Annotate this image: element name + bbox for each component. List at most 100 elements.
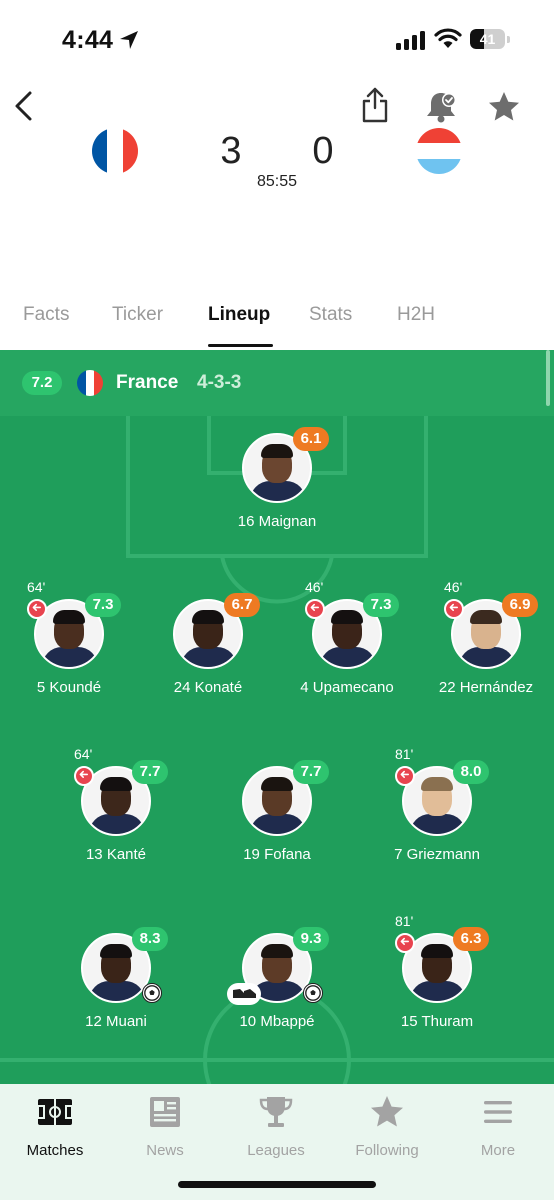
tab-lineup[interactable]: Lineup xyxy=(208,304,270,326)
substitution-out-icon xyxy=(74,766,94,786)
team-name: France xyxy=(116,372,179,393)
substitution-minute: 64' xyxy=(74,746,93,762)
player-name: 16 Maignan xyxy=(237,513,317,530)
nav-news[interactable]: News xyxy=(110,1094,220,1164)
player-rating-badge: 7.3 xyxy=(363,593,399,617)
home-indicator xyxy=(178,1181,376,1188)
player-name: 4 Upamecano xyxy=(300,679,394,696)
nav-following[interactable]: Following xyxy=(332,1094,442,1164)
player-rating-badge: 8.0 xyxy=(453,760,489,784)
status-bar: 4:44 41 xyxy=(0,0,554,80)
player-name: 22 Hernández xyxy=(438,679,534,696)
favorite-star-icon[interactable] xyxy=(487,90,521,124)
nav-label: News xyxy=(146,1142,184,1159)
nav-more[interactable]: More xyxy=(443,1094,553,1164)
player-rating-badge: 8.3 xyxy=(132,927,168,951)
nav-matches[interactable]: Matches xyxy=(0,1094,110,1164)
player-name: 24 Konaté xyxy=(173,679,243,696)
location-arrow-icon xyxy=(120,31,138,49)
player-card[interactable]: 7.3 64' 5 Koundé xyxy=(0,579,139,709)
player-rating-badge: 6.1 xyxy=(293,427,329,451)
flag-stripe xyxy=(416,128,462,144)
newspaper-icon xyxy=(150,1097,180,1127)
goal-ball-icon xyxy=(303,983,323,1003)
nav-label: More xyxy=(480,1142,516,1159)
away-team-flag[interactable] xyxy=(416,128,462,174)
player-rating-badge: 7.7 xyxy=(293,760,329,784)
wifi-icon xyxy=(434,28,462,48)
scroll-indicator[interactable] xyxy=(546,350,550,406)
tab-facts[interactable]: Facts xyxy=(23,304,69,326)
player-rating-badge: 9.3 xyxy=(293,927,329,951)
substitution-out-icon xyxy=(305,599,325,619)
nav-label: Following xyxy=(355,1142,419,1159)
player-name: 15 Thuram xyxy=(400,1013,474,1030)
player-card[interactable]: 8.0 81' 7 Griezmann xyxy=(367,746,507,876)
flag-stripe xyxy=(416,158,462,174)
player-card[interactable]: 6.7 24 Konaté xyxy=(138,593,278,709)
goal-ball-icon xyxy=(142,983,162,1003)
player-name: 12 Muani xyxy=(85,1013,147,1030)
substitution-minute: 81' xyxy=(395,746,414,762)
pitch-icon xyxy=(37,1099,73,1125)
player-card[interactable]: 9.3 10 Mbappé xyxy=(207,927,347,1043)
nav-label: Leagues xyxy=(247,1142,305,1159)
substitution-out-icon xyxy=(27,599,47,619)
team-formation: 4-3-3 xyxy=(197,372,242,393)
substitution-out-icon xyxy=(395,933,415,953)
player-rating-badge: 6.9 xyxy=(502,593,538,617)
menu-icon xyxy=(484,1101,512,1123)
flag-stripe xyxy=(416,143,462,159)
substitution-minute: 81' xyxy=(395,913,414,929)
home-team-flag[interactable] xyxy=(92,128,138,174)
player-name: 10 Mbappé xyxy=(239,1013,315,1030)
flag-stripe xyxy=(92,128,108,174)
player-card[interactable]: 6.9 46' 22 Hernández xyxy=(416,579,554,709)
lineup-pitch: 7.2 France 4-3-3 6.1 16 Maignan 7.3 64' 5 Ko… xyxy=(0,350,554,1084)
back-chevron-icon[interactable] xyxy=(12,90,34,122)
player-name: 7 Griezmann xyxy=(394,846,480,863)
flag-stripe xyxy=(107,128,123,174)
player-card[interactable]: 8.3 12 Muani xyxy=(46,927,186,1043)
player-card[interactable]: 7.3 46' 4 Upamecano xyxy=(277,579,417,709)
substitution-out-icon xyxy=(444,599,464,619)
player-rating-badge: 7.3 xyxy=(85,593,121,617)
substitution-minute: 46' xyxy=(444,579,463,595)
star-icon xyxy=(371,1096,403,1127)
active-tab-indicator xyxy=(208,344,273,347)
player-name: 19 Fofana xyxy=(243,846,311,863)
team-rating-badge: 7.2 xyxy=(22,371,62,395)
share-icon[interactable] xyxy=(360,86,390,124)
player-card[interactable]: 7.7 64' 13 Kanté xyxy=(46,746,186,876)
flag-stripe xyxy=(77,370,86,396)
flag-stripe xyxy=(94,370,103,396)
tab-stats[interactable]: Stats xyxy=(309,304,352,326)
cellular-signal-icon xyxy=(396,31,425,50)
team-flag xyxy=(77,370,103,396)
team-header: 7.2 France 4-3-3 xyxy=(0,350,554,416)
notification-bell-icon[interactable] xyxy=(424,90,458,124)
tab-ticker[interactable]: Ticker xyxy=(112,304,163,326)
tab-h2h[interactable]: H2H xyxy=(397,304,435,326)
away-score: 0 xyxy=(312,130,334,172)
player-name: 5 Koundé xyxy=(36,679,102,696)
player-rating-badge: 6.7 xyxy=(224,593,260,617)
player-card[interactable]: 7.7 19 Fofana xyxy=(207,760,347,876)
battery-icon: 41 xyxy=(470,29,510,49)
status-time: 4:44 xyxy=(62,26,114,54)
player-card[interactable]: 6.3 81' 15 Thuram xyxy=(367,913,507,1043)
player-card[interactable]: 6.1 16 Maignan xyxy=(207,427,347,543)
substitution-out-icon xyxy=(395,766,415,786)
match-clock: 85:55 xyxy=(256,173,298,190)
flag-stripe xyxy=(122,128,138,174)
nav-label: Matches xyxy=(26,1142,84,1159)
battery-level: 41 xyxy=(479,31,496,47)
flag-stripe xyxy=(85,370,95,396)
player-rating-badge: 7.7 xyxy=(132,760,168,784)
player-rating-badge: 6.3 xyxy=(453,927,489,951)
match-tabs: Facts Ticker Lineup Stats H2H xyxy=(0,296,554,350)
nav-leagues[interactable]: Leagues xyxy=(221,1094,331,1164)
player-name: 13 Kanté xyxy=(85,846,147,863)
trophy-icon xyxy=(259,1097,293,1127)
substitution-minute: 64' xyxy=(27,579,46,595)
